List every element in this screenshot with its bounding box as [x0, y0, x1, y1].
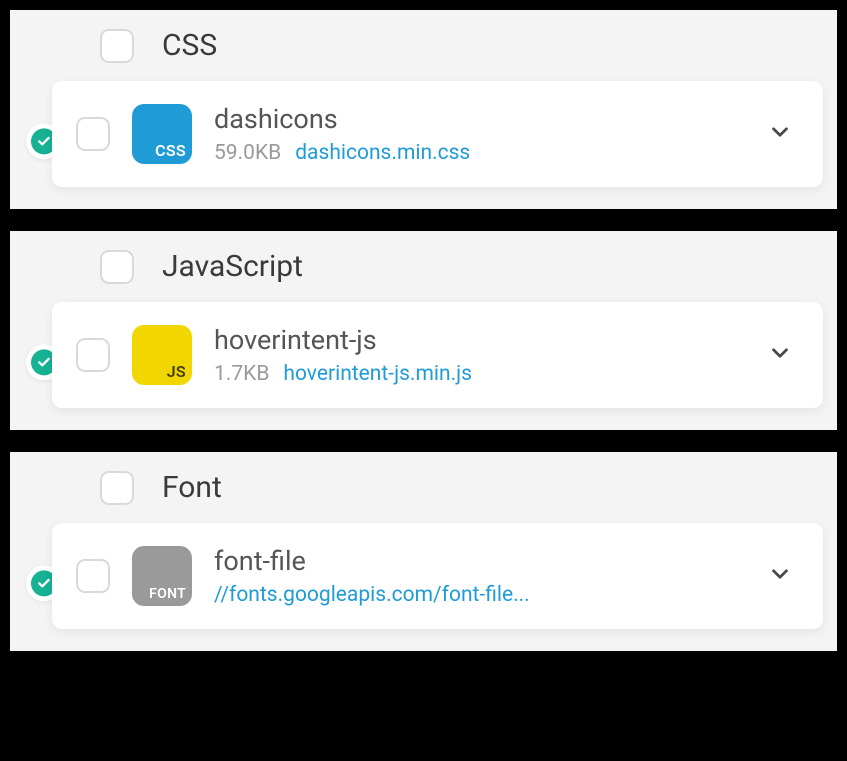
asset-name: hoverintent-js	[214, 324, 739, 356]
asset-name: dashicons	[214, 103, 739, 135]
filetype-label: CSS	[155, 141, 186, 160]
chevron-down-icon[interactable]	[761, 334, 799, 376]
asset-subline: 1.7KB hoverintent-js.min.js	[214, 362, 739, 386]
section-checkbox[interactable]	[100, 29, 134, 63]
filetype-icon: JS	[132, 325, 192, 385]
section-title: JavaScript	[162, 249, 303, 284]
filetype-label: JS	[167, 362, 186, 381]
asset-subline: //fonts.googleapis.com/font-file...	[214, 583, 739, 607]
chevron-down-icon[interactable]	[761, 113, 799, 155]
section-javascript: JavaScript JS hoverintent-js 1.7KB hover…	[10, 231, 837, 430]
asset-subline: 59.0KB dashicons.min.css	[214, 141, 739, 165]
section-title: CSS	[162, 28, 217, 63]
section-header: Font	[10, 452, 837, 523]
section-css: CSS CSS dashicons 59.0KB dashicons.min.c…	[10, 10, 837, 209]
filetype-label: FONT	[149, 586, 186, 602]
section-header: CSS	[10, 10, 837, 81]
asset-link[interactable]: dashicons.min.css	[295, 141, 470, 165]
asset-checkbox[interactable]	[76, 559, 110, 593]
section-checkbox[interactable]	[100, 471, 134, 505]
asset-meta: font-file //fonts.googleapis.com/font-fi…	[214, 545, 739, 607]
section-font: Font FONT font-file //fonts.googleapis.c…	[10, 452, 837, 651]
asset-row: CSS dashicons 59.0KB dashicons.min.css	[10, 81, 837, 209]
asset-row: JS hoverintent-js 1.7KB hoverintent-js.m…	[10, 302, 837, 430]
filetype-icon: CSS	[132, 104, 192, 164]
asset-card[interactable]: JS hoverintent-js 1.7KB hoverintent-js.m…	[52, 302, 823, 408]
section-checkbox[interactable]	[100, 250, 134, 284]
asset-checkbox[interactable]	[76, 338, 110, 372]
asset-meta: hoverintent-js 1.7KB hoverintent-js.min.…	[214, 324, 739, 386]
asset-card[interactable]: FONT font-file //fonts.googleapis.com/fo…	[52, 523, 823, 629]
asset-link[interactable]: hoverintent-js.min.js	[283, 362, 472, 386]
asset-size: 59.0KB	[214, 141, 281, 165]
section-title: Font	[162, 470, 222, 505]
asset-row: FONT font-file //fonts.googleapis.com/fo…	[10, 523, 837, 651]
asset-card[interactable]: CSS dashicons 59.0KB dashicons.min.css	[52, 81, 823, 187]
filetype-icon: FONT	[132, 546, 192, 606]
asset-name: font-file	[214, 545, 739, 577]
asset-link[interactable]: //fonts.googleapis.com/font-file...	[214, 583, 530, 607]
section-header: JavaScript	[10, 231, 837, 302]
asset-meta: dashicons 59.0KB dashicons.min.css	[214, 103, 739, 165]
chevron-down-icon[interactable]	[761, 555, 799, 597]
asset-checkbox[interactable]	[76, 117, 110, 151]
asset-size: 1.7KB	[214, 362, 269, 386]
